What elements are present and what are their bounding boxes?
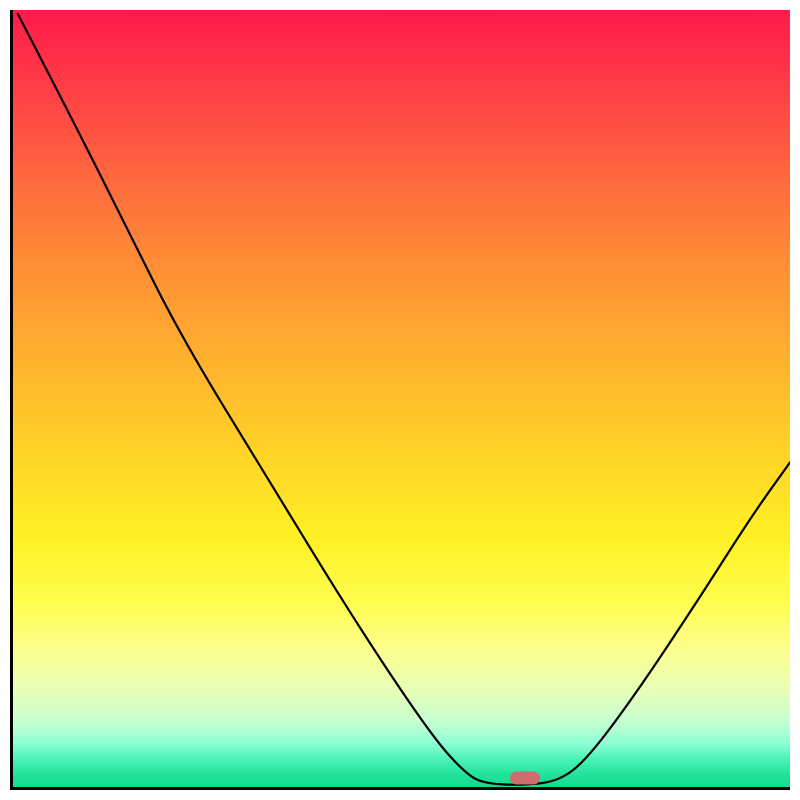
gradient-background <box>10 10 790 790</box>
chart-stage: TheBottleneck.com <box>0 0 800 800</box>
optimal-point-marker <box>510 772 540 785</box>
plot-frame <box>10 10 790 790</box>
